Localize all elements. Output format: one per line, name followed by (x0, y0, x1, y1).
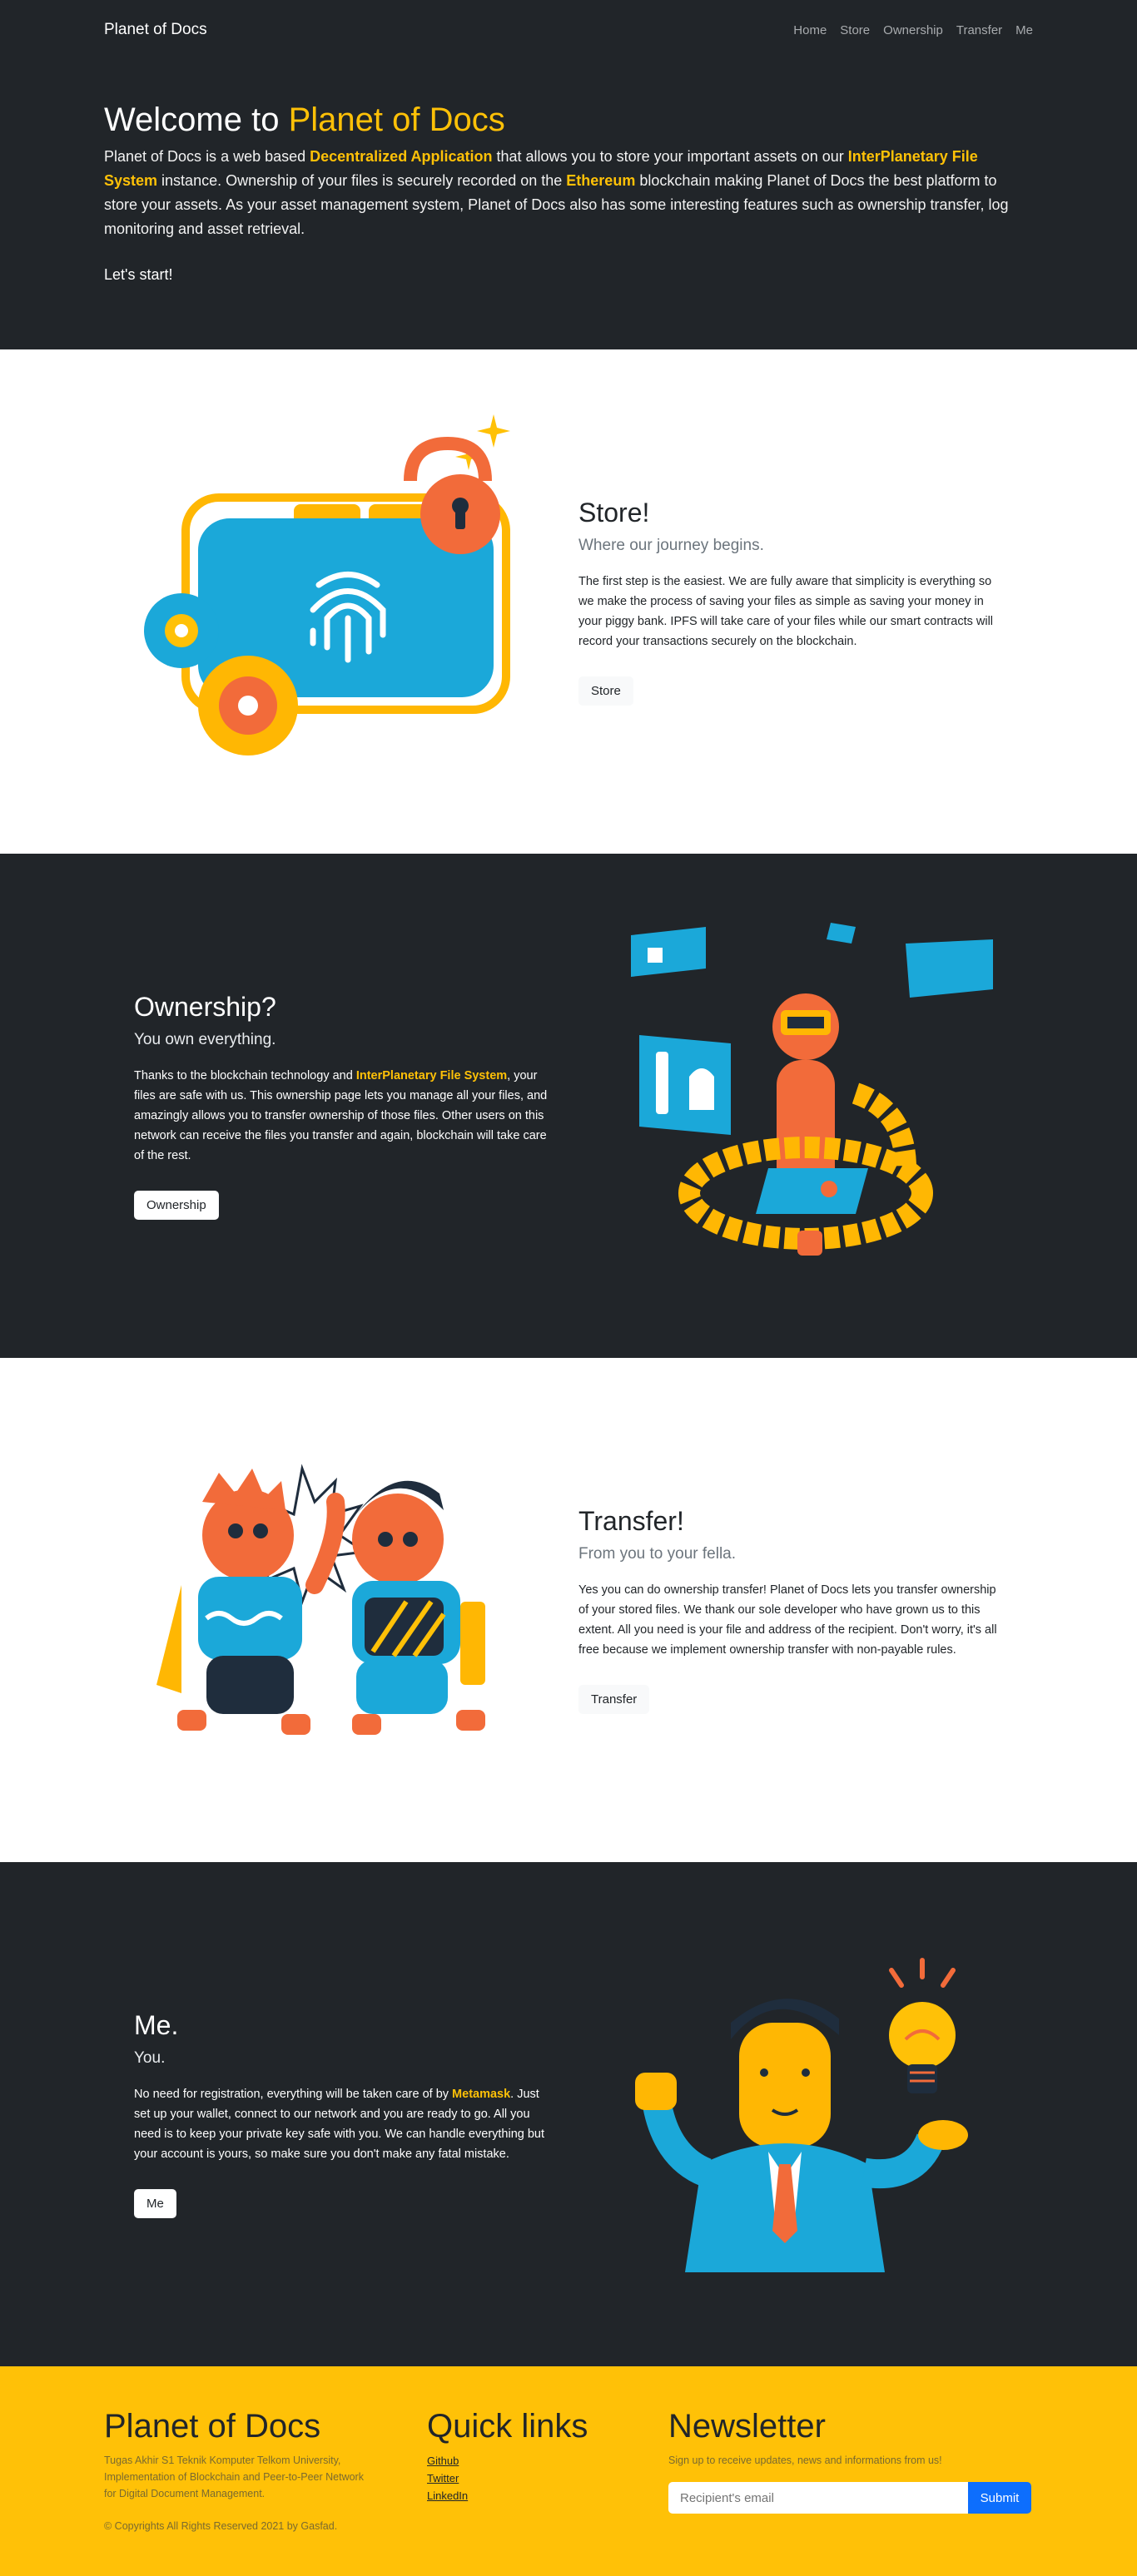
hero-title-prefix: Welcome to (104, 102, 289, 138)
newsletter-submit-button[interactable]: Submit (968, 2482, 1031, 2514)
footer-copyright: © Copyrights All Rights Reserved 2021 by… (104, 2520, 338, 2532)
ownership-text-1: Thanks to the blockchain technology and (134, 1069, 356, 1082)
ownership-section: Ownership? You own everything. Thanks to… (0, 854, 1137, 1358)
quick-links-title: Quick links (427, 2408, 588, 2445)
nav-link-ownership[interactable]: Ownership (883, 23, 943, 37)
nav-link-me[interactable]: Me (1015, 23, 1033, 37)
footer-link-linkedin[interactable]: LinkedIn (427, 2487, 668, 2504)
ownership-subtitle: You own everything. (134, 1031, 276, 1048)
newsletter-title: Newsletter (668, 2408, 826, 2445)
me-subtitle: You. (134, 2049, 166, 2067)
hero-title-highlight: Planet of Docs (288, 102, 505, 138)
me-highlight-metamask: Metamask (452, 2088, 511, 2101)
site-footer: Planet of Docs Tugas Akhir S1 Teknik Kom… (0, 2366, 1137, 2576)
store-subtitle: Where our journey begins. (578, 537, 764, 554)
transfer-illustration (94, 1460, 568, 1760)
footer-description: Tugas Akhir S1 Teknik Komputer Telkom Un… (104, 2455, 364, 2499)
hero-header: Planet of Docs Home Store Ownership Tran… (0, 0, 1137, 349)
ownership-illustration (568, 919, 1043, 1293)
store-illustration (94, 406, 568, 797)
me-illustration (568, 1956, 1043, 2272)
nav-link-home[interactable]: Home (793, 23, 827, 37)
ownership-highlight-ipfs: InterPlanetary File System (355, 1069, 508, 1082)
footer-link-github[interactable]: Github (427, 2452, 668, 2469)
nav-links: Home Store Ownership Transfer Me (780, 23, 1033, 37)
nav-link-transfer[interactable]: Transfer (956, 23, 1002, 37)
navbar-brand[interactable]: Planet of Docs (104, 21, 207, 39)
me-text-1: No need for registration, everything wil… (134, 2088, 453, 2101)
transfer-button[interactable]: Transfer (578, 1685, 650, 1714)
ownership-button[interactable]: Ownership (134, 1191, 219, 1220)
hero-title: Welcome to Planet of Docs (104, 100, 1033, 140)
folder-fingerprint-illustration (144, 414, 510, 755)
store-description: The first step is the easiest. We are fu… (578, 575, 994, 648)
transfer-title: Transfer! (578, 1506, 684, 1536)
store-section: Store! Where our journey begins. The fir… (0, 349, 1137, 854)
newsletter-form: Submit (668, 2482, 1031, 2514)
hero-highlight-dapp: Decentralized Application (310, 148, 493, 165)
thinking-man-lightbulb-illustration (635, 1958, 968, 2272)
transfer-subtitle: From you to your fella. (578, 1545, 737, 1563)
store-title: Store! (578, 498, 650, 528)
ownership-description: Thanks to the blockchain technology and … (134, 1066, 559, 1166)
transfer-section: Transfer! From you to your fella. Yes yo… (0, 1358, 1137, 1862)
me-description: No need for registration, everything wil… (134, 2084, 559, 2164)
newsletter-description: Sign up to receive updates, news and inf… (668, 2455, 942, 2466)
transfer-description: Yes you can do ownership transfer! Plane… (578, 1583, 997, 1657)
hero-text-2: that allows you to store your important … (492, 148, 848, 165)
me-title: Me. (134, 2010, 179, 2040)
top-navbar: Planet of Docs Home Store Ownership Tran… (94, 0, 1043, 60)
hero-highlight-ethereum: Ethereum (566, 172, 636, 189)
hero-start-text: Let's start! (104, 266, 173, 283)
robot-laptop-illustration (631, 923, 993, 1256)
nav-link-store[interactable]: Store (840, 23, 870, 37)
hero-text-3: instance. Ownership of your files is sec… (157, 172, 567, 189)
hero-description: Planet of Docs is a web based Decentrali… (104, 145, 1033, 241)
me-button[interactable]: Me (134, 2189, 176, 2218)
newsletter-email-input[interactable] (668, 2482, 968, 2514)
ownership-title: Ownership? (134, 992, 276, 1022)
me-section: Me. You. No need for registration, every… (0, 1862, 1137, 2366)
footer-brand: Planet of Docs (104, 2408, 321, 2445)
hero-text-1: Planet of Docs is a web based (104, 148, 310, 165)
footer-link-twitter[interactable]: Twitter (427, 2469, 668, 2487)
store-button[interactable]: Store (578, 676, 633, 706)
high-five-illustration (156, 1464, 485, 1735)
quick-links-list: Github Twitter LinkedIn (427, 2452, 668, 2504)
ownership-text-2: , your files are safe with us. This owne… (134, 1069, 548, 1162)
